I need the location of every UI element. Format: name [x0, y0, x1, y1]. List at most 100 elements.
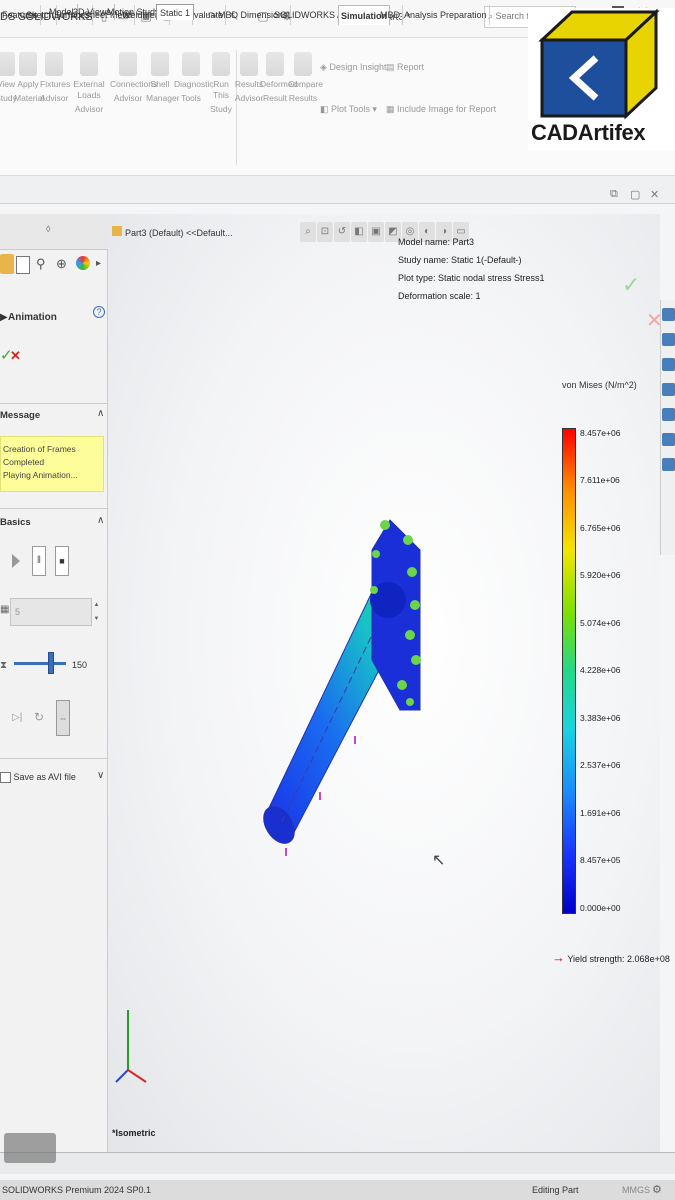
pause-button[interactable]: ‖ [32, 546, 46, 576]
fixture-marker [411, 655, 421, 665]
loop-icon[interactable]: ↻ [34, 710, 44, 724]
display-manager-icon[interactable] [76, 256, 90, 270]
include-image-button[interactable]: ▦ Include Image for Report [386, 104, 496, 115]
yield-text: Yield strength: 2.068e+08 [567, 954, 670, 964]
cancel-button[interactable]: ✕ [10, 348, 21, 364]
play-button[interactable] [12, 554, 20, 568]
confirm-corner-ok-icon[interactable]: ✓ [622, 272, 640, 298]
status-units[interactable]: MMGS [622, 1185, 650, 1195]
bottom-tabs-bar [0, 1152, 675, 1174]
speed-slider-handle[interactable] [48, 652, 54, 674]
custom-properties-icon[interactable] [662, 458, 675, 471]
view-orientation-icon[interactable]: ▣ [368, 222, 384, 242]
tab-analysis-preparation[interactable]: Analysis Preparation [402, 5, 490, 25]
message-box: Creation of Frames Completed Playing Ani… [0, 436, 104, 492]
property-manager-icon[interactable] [16, 256, 30, 274]
deformation-scale: Deformation scale: 1 [398, 291, 481, 301]
legend-tick: 4.228e+06 [580, 665, 621, 675]
save-avi-row[interactable]: Save as AVI file [0, 772, 76, 784]
viewport-close-icon[interactable]: ✕ [650, 188, 659, 201]
axis-triad-icon [115, 1010, 147, 1083]
speed-slider[interactable] [14, 662, 66, 665]
bottom-nav-arrows[interactable] [4, 1133, 56, 1163]
material-icon [19, 52, 37, 76]
config-manager-icon[interactable]: ⚲ [36, 256, 46, 272]
animation-icon: ▶ [0, 312, 8, 323]
deformed-result-button[interactable]: Deformed Result [260, 52, 297, 104]
stress-model[interactable] [260, 510, 440, 870]
fixtures-advisor-button[interactable]: Fixtures Advisor [40, 52, 70, 104]
save-avi-checkbox[interactable] [0, 772, 11, 784]
yield-arrow-icon: → [552, 950, 565, 965]
legend-tick: 6.765e+06 [580, 523, 621, 533]
study-name: Study name: Static 1(-Default-) [398, 255, 522, 265]
zoom-to-fit-icon[interactable]: ⌕ [300, 222, 316, 242]
legend-tick: 0.000e+00 [580, 903, 621, 913]
continuous-icon[interactable]: ▷| [12, 712, 22, 723]
external-loads-button[interactable]: External Loads Advisor [68, 52, 110, 115]
panel-more-icon[interactable]: ▸ [96, 258, 101, 269]
design-insight-button[interactable]: ◈ Design Insight [320, 62, 386, 73]
fixture-marker [380, 520, 390, 530]
message-collapse-icon[interactable]: ∧ [97, 408, 104, 419]
dimxpert-icon[interactable]: ⊕ [56, 256, 67, 272]
fixture-marker [403, 535, 413, 545]
shell-icon [151, 52, 169, 76]
plot-tools-button[interactable]: ◧ Plot Tools ▾ [320, 104, 377, 115]
command-tabs [0, 176, 675, 204]
shell-manager-button[interactable]: Shell Manager [146, 52, 180, 104]
file-explorer-icon[interactable] [662, 383, 675, 396]
mouse-cursor-icon: ↖ [432, 852, 446, 869]
frames-spinner[interactable]: ▲ ▼ [92, 598, 101, 626]
message-line-2: Playing Animation... [3, 470, 78, 480]
viewport-maximize-icon[interactable]: ▢ [630, 188, 640, 201]
save-avi-collapse-icon[interactable]: ∨ [97, 770, 104, 781]
fixture-marker [397, 680, 407, 690]
model-name: Model name: Part3 [398, 237, 475, 247]
bottom-tab-static[interactable]: Static 1 [156, 4, 195, 20]
run-study-button[interactable]: Run This Study [206, 52, 236, 115]
loads-icon [80, 52, 98, 76]
section-divider [0, 508, 108, 509]
feature-tree-icon[interactable] [0, 254, 14, 274]
results-icon [240, 52, 258, 76]
basics-collapse-icon[interactable]: ∧ [97, 515, 104, 526]
previous-view-icon[interactable]: ↺ [334, 222, 350, 242]
zoom-area-icon[interactable]: ⊡ [317, 222, 333, 242]
frames-input[interactable]: 5 [10, 598, 92, 626]
compare-icon [294, 52, 312, 76]
home-pane-icon[interactable] [662, 333, 675, 346]
apply-material-button[interactable]: Apply Material [14, 52, 44, 104]
legend-tick: 5.074e+06 [580, 618, 621, 628]
panel-collapse-icon[interactable]: ◊ [46, 224, 50, 234]
fixture-marker [370, 586, 378, 594]
view-palette-icon[interactable] [662, 408, 675, 421]
view-study-icon [0, 52, 15, 76]
part-icon [112, 226, 122, 236]
fixture-marker [405, 630, 415, 640]
stress-color-bar [562, 428, 576, 914]
status-options-icon[interactable]: ⚙ [652, 1183, 662, 1196]
yield-strength: → Yield strength: 2.068e+08 [552, 950, 670, 965]
help-icon[interactable]: ? [93, 306, 105, 318]
design-library-icon[interactable] [662, 358, 675, 371]
diagnostic-tools-button[interactable]: Diagnostic Tools [174, 52, 214, 104]
legend-tick: 7.611e+06 [580, 475, 620, 485]
appearances-icon[interactable] [662, 433, 675, 446]
report-button[interactable]: ▤ Report [386, 62, 424, 73]
viewport-restore-icon[interactable]: ⧉ [610, 188, 618, 201]
reciprocate-button[interactable]: ⇔ [56, 700, 70, 736]
stop-button[interactable]: ■ [55, 546, 69, 576]
tab-mbd[interactable]: MBD [378, 5, 403, 25]
compare-results-button[interactable]: Compare Results [288, 52, 323, 104]
connections-icon [119, 52, 137, 76]
breadcrumb[interactable]: Part3 (Default) <<Default... [112, 226, 233, 238]
plot-type: Plot type: Static nodal stress Stress1 [398, 273, 545, 283]
breadcrumb-text: Part3 (Default) <<Default... [125, 228, 233, 238]
cube-logo-icon [538, 8, 660, 120]
resources-icon[interactable] [662, 308, 675, 321]
status-editing: Editing Part [532, 1185, 579, 1195]
connections-advisor-button[interactable]: Connections Advisor [110, 52, 157, 104]
section-view-icon[interactable]: ◧ [351, 222, 367, 242]
diagnostic-icon [182, 52, 200, 76]
